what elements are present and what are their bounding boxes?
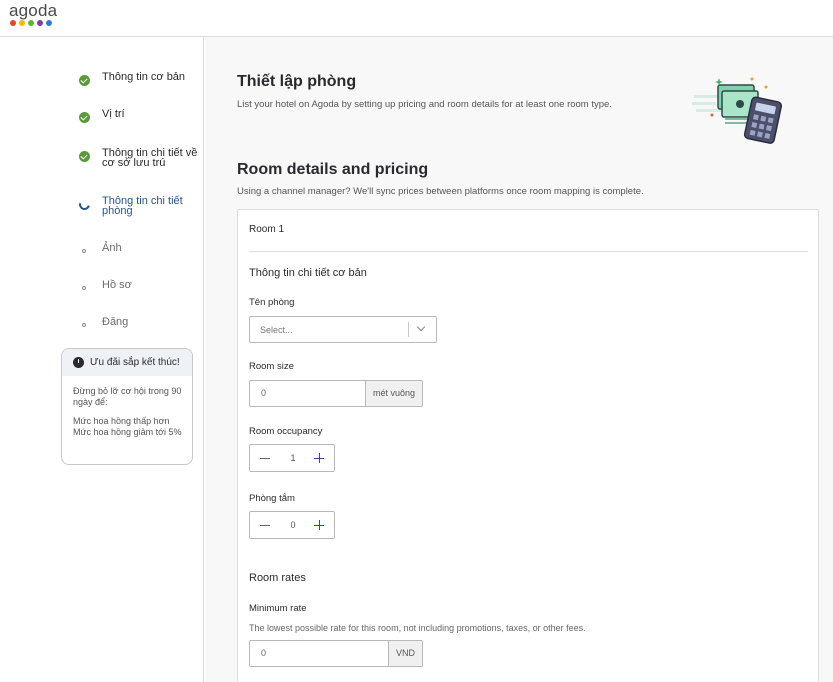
currency-unit: VND (387, 641, 422, 666)
check-circle-icon (78, 111, 90, 123)
minimum-rate-hint: The lowest possible rate for this room, … (249, 623, 586, 633)
promo-benefit: Mức hoa hồng giảm tới 5% (73, 427, 182, 437)
step-property-details[interactable]: Thông tin chi tiết về cơ sở lưu trú (78, 147, 203, 169)
step-label: Đăng (102, 316, 129, 328)
logo-dot (10, 20, 16, 26)
select-separator (408, 322, 409, 337)
agoda-logo-dots (10, 20, 52, 26)
minimum-rate-label: Minimum rate (249, 603, 307, 614)
check-circle-icon (78, 74, 90, 86)
minimum-rate-input[interactable]: 0 VND (249, 640, 423, 667)
page-title: Thiết lập phòng (237, 73, 357, 90)
clock-icon (73, 357, 84, 368)
bathrooms-label: Phòng tắm (249, 493, 295, 504)
step-publish[interactable]: Đăng (78, 317, 203, 331)
room-occupancy-value[interactable]: 1 (285, 453, 301, 463)
pending-dot-icon (78, 282, 90, 294)
room-card: Room 1 Thông tin chi tiết cơ bản Tên phò… (237, 209, 819, 682)
pending-dot-icon (78, 319, 90, 331)
minus-icon[interactable] (260, 520, 270, 530)
room-name-label: Tên phòng (249, 297, 295, 308)
minimum-rate-value[interactable]: 0 (250, 641, 388, 666)
step-location[interactable]: Vị trí (78, 109, 203, 123)
minus-icon[interactable] (260, 453, 270, 463)
section-description: Using a channel manager? We'll sync pric… (237, 186, 644, 197)
progress-ring-icon (76, 196, 92, 212)
room-size-unit: mét vuông (364, 381, 422, 406)
calculator-money-illustration-icon (692, 77, 783, 144)
room-title: Room 1 (249, 224, 285, 235)
room-occupancy-label: Room occupancy (249, 426, 323, 437)
step-label: Ảnh (102, 242, 122, 254)
logo-dot (37, 20, 43, 26)
logo-dot (28, 20, 34, 26)
divider (249, 251, 808, 252)
step-label: Vị trí (102, 108, 125, 120)
step-label: Hồ sơ (102, 279, 132, 291)
room-size-label: Room size (249, 361, 294, 372)
step-label: Thông tin chi tiết phòng (102, 195, 183, 217)
room-rates-heading: Room rates (249, 572, 306, 584)
promo-benefit: Mức hoa hồng thấp hơn (73, 416, 170, 426)
plus-icon[interactable] (314, 520, 324, 530)
chevron-down-icon[interactable] (416, 322, 426, 332)
room-size-value[interactable]: 0 (250, 381, 365, 406)
top-bar: agoda (0, 0, 833, 37)
section-title: Room details and pricing (237, 161, 429, 178)
basic-info-heading: Thông tin chi tiết cơ bản (249, 267, 367, 279)
page-description: List your hotel on Agoda by setting up p… (237, 99, 612, 110)
step-label: Thông tin cơ bản (102, 71, 186, 83)
bathrooms-value[interactable]: 0 (285, 520, 301, 530)
promo-text: Đừng bỏ lỡ cơ hội trong 90 ngày để: (73, 386, 182, 407)
agoda-logo[interactable]: agoda (9, 1, 57, 21)
step-basic-info[interactable]: Thông tin cơ bản (78, 72, 203, 86)
progress-sidebar: Thông tin cơ bản Vị trí Thông tin chi ti… (0, 37, 204, 682)
room-name-select[interactable]: Select... (249, 316, 437, 343)
promo-title: Ưu đãi sắp kết thúc! (90, 357, 180, 368)
plus-icon[interactable] (314, 453, 324, 463)
pending-dot-icon (78, 245, 90, 257)
main-content: Thiết lập phòng List your hotel on Agoda… (205, 37, 833, 682)
bathrooms-stepper[interactable]: 0 (249, 511, 335, 539)
step-label: Thông tin chi tiết về cơ sở lưu trú (102, 147, 198, 169)
room-occupancy-stepper[interactable]: 1 (249, 444, 335, 472)
check-circle-icon (78, 150, 90, 162)
room-name-placeholder: Select... (260, 325, 293, 335)
promo-body: Đừng bỏ lỡ cơ hội trong 90 ngày để: Mức … (62, 376, 192, 438)
step-room-details[interactable]: Thông tin chi tiết phòng (76, 195, 203, 217)
promo-card: Ưu đãi sắp kết thúc! Đừng bỏ lỡ cơ hội t… (61, 348, 193, 465)
step-profile[interactable]: Hồ sơ (78, 280, 203, 294)
logo-dot (19, 20, 25, 26)
room-size-input[interactable]: 0 mét vuông (249, 380, 423, 407)
logo-dot (46, 20, 52, 26)
promo-header: Ưu đãi sắp kết thúc! (62, 349, 192, 376)
step-photos[interactable]: Ảnh (78, 243, 203, 257)
